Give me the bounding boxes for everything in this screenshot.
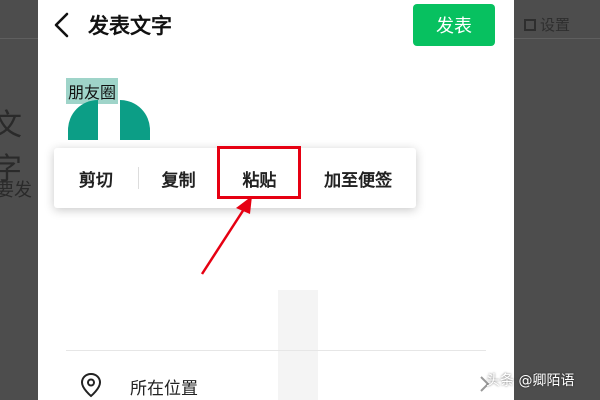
selection-handle-start[interactable] [68,100,98,140]
annotation-arrow-icon [200,196,252,275]
background-right-strip: 设置 [514,0,600,400]
back-arrow-icon[interactable] [50,10,74,40]
publish-button[interactable]: 发表 [413,4,495,46]
background-settings: 设置 [523,14,570,35]
background-divider [0,38,38,39]
background-divider [514,38,600,39]
background-left-strip: 文字 要发 [0,0,38,400]
background-text: 文字 [0,108,22,187]
settings-label: 设置 [539,16,570,34]
settings-icon [523,18,536,31]
location-row[interactable]: 所在位置 [66,364,490,400]
background-text: 要发 [0,180,32,201]
selection-handle-end[interactable] [120,100,150,140]
header-bar: 发表文字 发表 [38,0,514,50]
page-title: 发表文字 [88,14,172,38]
watermark: 头条 @卿陌语 [486,373,575,389]
location-label: 所在位置 [130,379,198,399]
menu-item-add-to-note[interactable]: 加至便签 [300,148,416,208]
location-pin-icon [80,372,102,398]
menu-item-cut[interactable]: 剪切 [54,148,138,208]
section-divider [66,350,486,351]
compose-screen: 发表文字 发表 朋友圈 剪切 复制 粘贴 加至便签 所在位置 [38,0,514,400]
